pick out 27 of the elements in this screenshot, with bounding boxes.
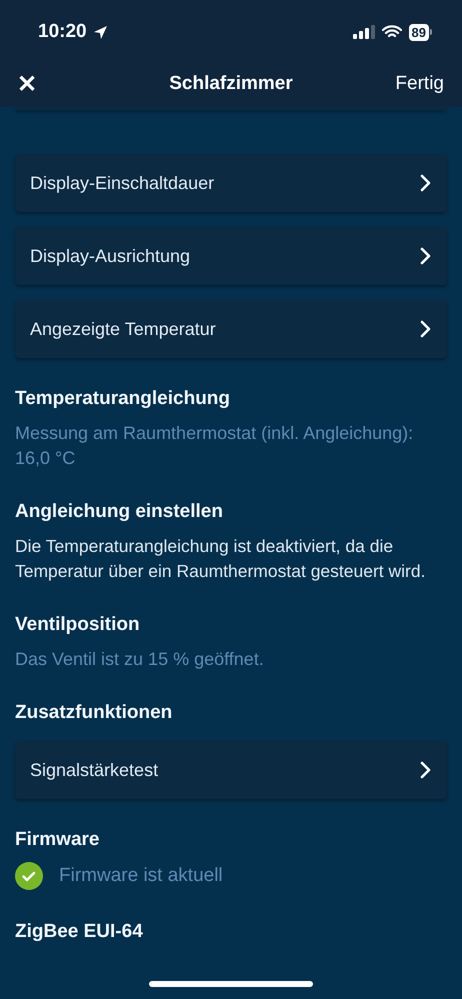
section-heading: ZigBee EUI-64 — [15, 920, 144, 944]
section-heading: Zusatzfunktionen — [15, 701, 174, 725]
chevron-right-icon — [420, 174, 432, 192]
settings-row[interactable]: Angezeigte Temperatur — [15, 300, 447, 358]
settings-row[interactable]: Display-Einschaltdauer — [15, 154, 447, 212]
done-button[interactable]: Fertig — [395, 70, 444, 99]
description-text: Die Temperaturangleichung ist deaktiviert, da die Temperatur über ein Raumthermostat gesteuert wird. — [15, 535, 426, 583]
settings-row[interactable]: Signalstärketest — [15, 741, 447, 799]
signal-icon — [352, 25, 375, 39]
close-button[interactable]: ✕ — [17, 72, 37, 96]
info-text: Das Ventil ist zu 15 % geöffnet. — [15, 648, 265, 671]
section-heading: Ventilposition — [15, 613, 141, 637]
check-circle-icon — [15, 862, 43, 890]
chevron-right-icon — [420, 247, 432, 265]
location-arrow-icon — [92, 24, 108, 40]
wifi-icon — [382, 25, 402, 39]
battery-level: 89 — [408, 24, 429, 40]
status-time: 10:20 — [38, 20, 87, 44]
section-heading: Temperaturangleichung — [15, 387, 232, 411]
page-title: Schlafzimmer — [169, 72, 293, 96]
section-heading: Angleichung einstellen — [15, 500, 224, 524]
section-heading: Firmware — [15, 828, 100, 852]
settings-row[interactable]: Display-Ausrichtung — [15, 227, 447, 285]
info-text: Messung am Raumthermostat (inkl. Angleichung): 16,0 °C — [15, 422, 414, 470]
chevron-right-icon — [420, 320, 432, 338]
status-text: Firmware ist aktuell — [59, 864, 223, 888]
chevron-right-icon — [420, 761, 432, 779]
